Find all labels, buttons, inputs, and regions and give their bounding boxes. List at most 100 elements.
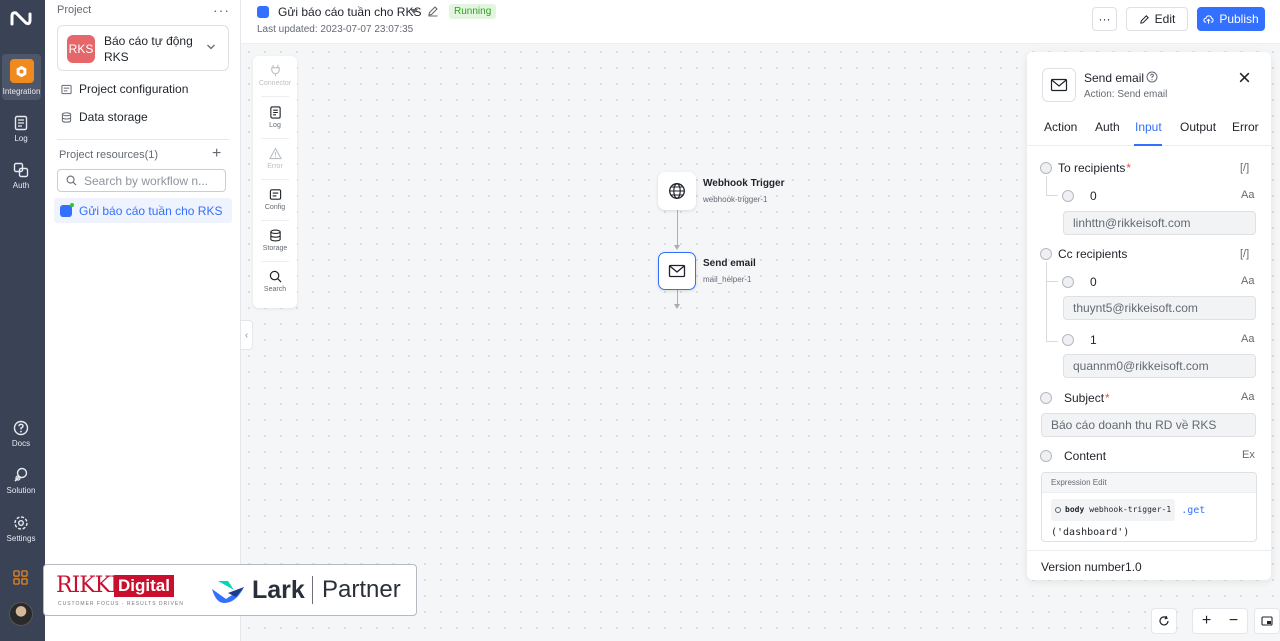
array-type-tag[interactable]: [/] (1240, 162, 1249, 174)
field-toggle[interactable] (1062, 276, 1074, 288)
tool-log[interactable]: Log (253, 106, 297, 129)
chip-key: body (1065, 505, 1085, 514)
zoom-in-icon[interactable]: + (1193, 609, 1220, 633)
text-type-tag[interactable]: Aa (1241, 275, 1254, 287)
caret-down-icon[interactable] (410, 9, 418, 14)
edge (677, 210, 678, 248)
globe-icon (1055, 507, 1061, 513)
project-more-icon[interactable]: ··· (213, 2, 230, 18)
config-icon (269, 189, 281, 200)
rail-item-log[interactable]: Log (0, 115, 42, 143)
project-selector[interactable]: RKS Báo cáo tự động RKS (57, 25, 229, 71)
node-config-panel: Send email Action: Send email Action Aut… (1027, 52, 1271, 580)
rail-item-integration[interactable]: Integration (2, 54, 41, 100)
tree-line (1046, 341, 1058, 342)
apps-grid-icon[interactable] (13, 570, 28, 585)
webhook-trigger-node[interactable] (658, 172, 696, 210)
field-toggle[interactable] (1040, 450, 1052, 462)
link-label: Data storage (79, 110, 148, 124)
tab-input[interactable]: Input (1135, 120, 1162, 134)
item-index: 0 (1090, 189, 1097, 203)
field-toggle[interactable] (1040, 162, 1052, 174)
workflow-item[interactable]: Gửi báo cáo tuần cho RKS (54, 198, 232, 223)
publish-label: Publish (1219, 12, 1259, 26)
tab-error[interactable]: Error (1232, 120, 1259, 134)
item-index: 0 (1090, 275, 1097, 289)
lark-wordmark: Lark (252, 576, 305, 604)
refresh-icon (1159, 615, 1169, 626)
variable-chip[interactable]: body webhook-trigger-1 (1051, 499, 1176, 521)
avatar[interactable] (9, 602, 33, 626)
workflow-icon (257, 6, 269, 18)
text-type-tag[interactable]: Aa (1241, 189, 1254, 201)
rail-item-docs[interactable]: Docs (0, 420, 42, 448)
chevron-down-icon (207, 44, 215, 50)
integration-icon (9, 59, 34, 83)
canvas-toolbox: Connector Log Error Config Storage Searc… (253, 56, 297, 308)
tab-auth[interactable]: Auth (1095, 120, 1120, 134)
workflow-search-input[interactable] (84, 173, 224, 188)
tab-action[interactable]: Action (1044, 120, 1077, 134)
reset-view-button[interactable] (1151, 608, 1177, 634)
cc-recipient-field[interactable]: thuynt5@rikkeisoft.com (1063, 296, 1256, 320)
rail-item-auth[interactable]: Auth (0, 162, 42, 190)
expression-code[interactable]: body webhook-trigger-1 .get ('dashboard') (1042, 493, 1256, 541)
search-icon (269, 270, 281, 283)
publish-button[interactable]: Publish (1197, 7, 1265, 31)
close-icon[interactable] (1238, 71, 1251, 84)
collapse-sidebar-handle[interactable]: ‹ (241, 320, 253, 350)
tree-line (1046, 176, 1047, 196)
field-label: Cc recipients (1058, 247, 1128, 261)
expression-editor[interactable]: Expression Edit body webhook-trigger-1 .g… (1041, 472, 1257, 542)
link-label: Project configuration (79, 82, 189, 96)
field-toggle[interactable] (1040, 248, 1052, 260)
rail-item-settings[interactable]: Settings (0, 515, 42, 543)
rikkei-digital-logo: RIKKEI Digital CUSTOMER FOCUS - RESULTS … (56, 573, 188, 609)
tool-config[interactable]: Config (253, 188, 297, 211)
subject-field[interactable]: Báo cáo doanh thu RD về RKS (1041, 413, 1256, 437)
panel-title: Send email (1084, 71, 1145, 85)
app-logo-icon[interactable] (10, 10, 32, 28)
array-type-tag[interactable]: [/] (1240, 248, 1249, 260)
tool-label: Error (267, 163, 283, 170)
field-toggle[interactable] (1062, 334, 1074, 346)
rail-item-solution[interactable]: Solution (0, 467, 42, 495)
log-icon (269, 106, 281, 119)
rail-item-label: Settings (6, 534, 36, 543)
expression-type-tag[interactable]: Ex (1242, 449, 1255, 461)
workflow-icon (60, 202, 74, 217)
node-subtitle: mail_helper-1 (703, 275, 752, 284)
to-recipient-field[interactable]: linhttn@rikkeisoft.com (1063, 211, 1256, 235)
data-storage-link[interactable]: Data storage (61, 110, 148, 124)
more-button[interactable]: ··· (1092, 7, 1117, 31)
cc-recipient-item: 1 (1062, 333, 1097, 347)
arrow-down-icon (674, 245, 680, 250)
rail-item-label: Auth (12, 181, 30, 190)
workflow-item-label: Gửi báo cáo tuần cho RKS (79, 203, 223, 218)
minimap-button[interactable] (1254, 608, 1280, 634)
tab-output[interactable]: Output (1180, 120, 1216, 134)
workflow-title[interactable]: Gửi báo cáo tuần cho RKS (278, 5, 421, 19)
settings-icon (14, 516, 28, 530)
text-type-tag[interactable]: Aa (1241, 391, 1254, 403)
edit-button[interactable]: Edit (1126, 7, 1188, 31)
pencil-icon[interactable] (427, 5, 439, 17)
tool-search[interactable]: Search (253, 270, 297, 293)
divider (261, 138, 289, 139)
tool-connector[interactable]: Connector (253, 64, 297, 87)
send-email-node[interactable] (658, 252, 696, 290)
status-badge: Running (449, 4, 497, 19)
field-toggle[interactable] (1062, 190, 1074, 202)
project-configuration-link[interactable]: Project configuration (61, 82, 188, 96)
tool-error[interactable]: Error (253, 147, 297, 170)
expression-method: .get (1181, 505, 1206, 516)
help-icon[interactable] (1146, 71, 1158, 83)
field-toggle[interactable] (1040, 392, 1052, 404)
panel-subtitle: Action: Send email (1084, 89, 1168, 100)
zoom-out-icon[interactable]: − (1220, 609, 1247, 633)
cc-recipient-field[interactable]: quannm0@rikkeisoft.com (1063, 354, 1256, 378)
active-tab-indicator (1134, 144, 1162, 146)
tool-storage[interactable]: Storage (253, 229, 297, 252)
add-resource-icon[interactable]: + (212, 145, 221, 163)
text-type-tag[interactable]: Aa (1241, 333, 1254, 345)
